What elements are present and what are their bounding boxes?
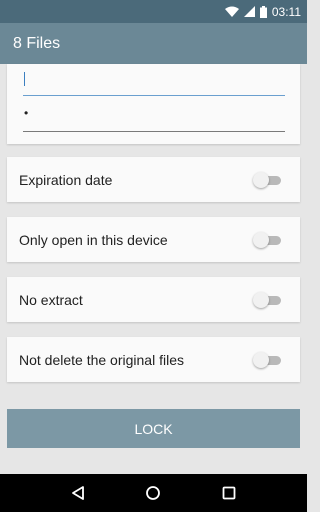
back-icon[interactable] [62, 477, 94, 509]
home-icon[interactable] [137, 477, 169, 509]
password-field[interactable] [23, 64, 285, 96]
option-label: Not delete the original files [19, 351, 184, 368]
status-bar: 03:11 [0, 0, 307, 23]
option-no-extract[interactable]: No extract [7, 277, 300, 322]
app-title: 8 Files [13, 34, 61, 52]
option-expiration-date[interactable]: Expiration date [7, 157, 300, 202]
status-time: 03:11 [271, 4, 301, 19]
app-bar: 8 Files [0, 23, 307, 64]
no-extract-toggle[interactable] [253, 291, 281, 308]
confirm-password-field[interactable]: • [23, 100, 285, 132]
lock-button[interactable]: LOCK [7, 409, 300, 448]
option-only-open-device[interactable]: Only open in this device [7, 217, 300, 262]
recents-icon[interactable] [213, 477, 245, 509]
confirm-password-value: • [24, 106, 29, 120]
not-delete-originals-toggle[interactable] [253, 351, 281, 368]
battery-icon [259, 5, 267, 18]
option-label: No extract [19, 291, 83, 308]
option-label: Expiration date [19, 171, 113, 188]
expiration-date-toggle[interactable] [253, 171, 281, 188]
wifi-icon [224, 6, 239, 17]
password-card: • [7, 64, 300, 144]
signal-icon [243, 6, 255, 17]
option-not-delete-originals[interactable]: Not delete the original files [7, 337, 300, 382]
navigation-bar [0, 474, 307, 512]
text-cursor [24, 72, 25, 86]
only-open-device-toggle[interactable] [253, 231, 281, 248]
option-label: Only open in this device [19, 231, 168, 248]
